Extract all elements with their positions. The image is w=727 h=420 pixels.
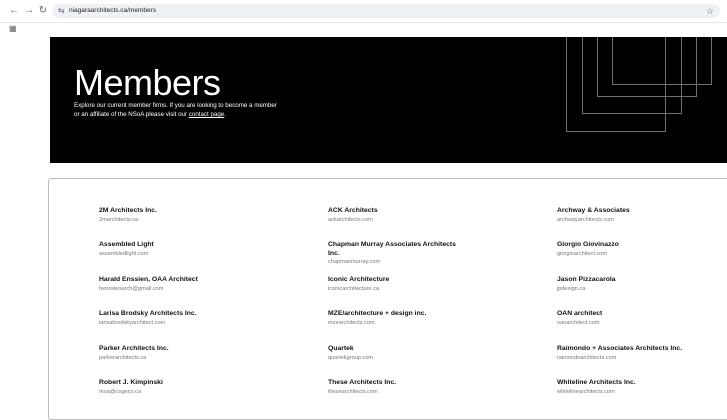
member-name[interactable]: Jason Pizzacarola xyxy=(557,276,707,285)
site-settings-icon[interactable]: ⇆ xyxy=(58,6,65,16)
hero-description-text: Explore our current member firms. If you… xyxy=(74,102,277,118)
member-website[interactable]: henssienarch@gmail.com xyxy=(99,285,259,293)
member-item[interactable]: Robert J. Kimpinski rkoa@cogeco.ca xyxy=(99,379,259,396)
member-name[interactable]: 2M Architects Inc. xyxy=(99,207,259,216)
member-item[interactable]: These Architects Inc. thesearchitects.com xyxy=(328,379,458,396)
member-item[interactable]: OAN architect oanarchitect.com xyxy=(557,310,707,327)
member-website[interactable]: thesearchitects.com xyxy=(328,388,458,396)
member-website[interactable]: assembledlight.com xyxy=(99,250,259,258)
reload-icon[interactable]: ↻ xyxy=(37,5,49,17)
member-name[interactable]: MZE/architecture + design inc. xyxy=(328,310,458,319)
member-item[interactable]: Jason Pizzacarola jpdesign.ca xyxy=(557,276,707,293)
member-website[interactable]: whitelinearchitects.com xyxy=(557,388,707,396)
member-name[interactable]: ACK Architects xyxy=(328,207,458,216)
member-item[interactable]: MZE/architecture + design inc. mzearchite… xyxy=(328,310,458,327)
member-name[interactable]: Whiteline Architects Inc. xyxy=(557,379,707,388)
member-item[interactable]: Iconic Architecture iconicarchitecture.ca xyxy=(328,276,458,293)
contact-page-link[interactable]: contact page xyxy=(189,111,224,118)
bookmark-star-icon[interactable]: ☆ xyxy=(706,5,714,17)
member-item[interactable]: Assembled Light assembledlight.com xyxy=(99,241,259,258)
address-bar[interactable]: ⇆ niagaraarchitects.ca/members ☆ xyxy=(52,4,720,18)
member-name[interactable]: Harald Enssien, OAA Architect xyxy=(99,276,259,285)
hero-banner: Members Explore our current member firms… xyxy=(50,37,727,163)
member-website[interactable]: larisabrodskyarchitect.com xyxy=(99,319,259,327)
member-item[interactable]: Giorgio Giovinazzo giorgioarchitect.com xyxy=(557,241,707,258)
apps-grid-icon[interactable]: ▦ xyxy=(9,25,17,33)
back-arrow-icon[interactable]: ← xyxy=(8,5,20,17)
member-name[interactable]: Larisa Brodsky Architects Inc. xyxy=(99,310,259,319)
member-item[interactable]: Raimondo + Associates Architects Inc. rai… xyxy=(557,345,707,362)
member-name[interactable]: Robert J. Kimpinski xyxy=(99,379,259,388)
member-item[interactable]: Harald Enssien, OAA Architect henssienarc… xyxy=(99,276,259,293)
member-name[interactable]: Raimondo + Associates Architects Inc. xyxy=(557,345,707,354)
member-item[interactable]: Whiteline Architects Inc. whitelinearchit… xyxy=(557,379,707,396)
member-name[interactable]: Chapman Murray Associates Architects Inc… xyxy=(328,241,458,258)
member-name[interactable]: Archway & Associates xyxy=(557,207,707,216)
member-name[interactable]: Assembled Light xyxy=(99,241,259,250)
member-name[interactable]: These Architects Inc. xyxy=(328,379,458,388)
member-website[interactable]: ackarchitects.com xyxy=(328,216,458,224)
hero-description: Explore our current member firms. If you… xyxy=(74,101,284,119)
page-title: Members xyxy=(74,62,221,103)
member-website[interactable]: giorgioarchitect.com xyxy=(557,250,707,258)
member-website[interactable]: 2marchitects.ca xyxy=(99,216,259,224)
member-name[interactable]: Giorgio Giovinazzo xyxy=(557,241,707,250)
member-website[interactable]: jpdesign.ca xyxy=(557,285,707,293)
browser-toolbar: ← → ↻ ⇆ niagaraarchitects.ca/members ☆ xyxy=(0,0,727,23)
forward-arrow-icon[interactable]: → xyxy=(23,5,35,17)
member-website[interactable]: parkerarchitects.ca xyxy=(99,354,259,362)
member-item[interactable]: Parker Architects Inc. parkerarchitects.c… xyxy=(99,345,259,362)
member-item[interactable]: Chapman Murray Associates Architects Inc… xyxy=(328,241,458,266)
member-website[interactable]: quartekgroup.com xyxy=(328,354,458,362)
member-item[interactable]: Archway & Associates archwayarchitects.co… xyxy=(557,207,707,224)
member-item[interactable]: Larisa Brodsky Architects Inc. larisabrod… xyxy=(99,310,259,327)
decoration-square xyxy=(612,37,712,85)
member-website[interactable]: iconicarchitecture.ca xyxy=(328,285,458,293)
nested-squares-decoration xyxy=(560,37,727,163)
member-name[interactable]: OAN architect xyxy=(557,310,707,319)
member-website[interactable]: oanarchitect.com xyxy=(557,319,707,327)
member-website[interactable]: archwayarchitects.com xyxy=(557,216,707,224)
member-item[interactable]: 2M Architects Inc. 2marchitects.ca xyxy=(99,207,259,224)
url-text[interactable]: niagaraarchitects.ca/members xyxy=(69,6,156,16)
member-item[interactable]: ACK Architects ackarchitects.com xyxy=(328,207,458,224)
members-panel: 2M Architects Inc. 2marchitects.ca ACK Arc… xyxy=(48,178,727,420)
hero-description-period: . xyxy=(224,111,226,118)
member-website[interactable]: chapmanmurray.com xyxy=(328,258,458,266)
member-item[interactable]: Quartek quartekgroup.com xyxy=(328,345,458,362)
member-name[interactable]: Iconic Architecture xyxy=(328,276,458,285)
member-website[interactable]: rkoa@cogeco.ca xyxy=(99,388,259,396)
member-name[interactable]: Quartek xyxy=(328,345,458,354)
bookmarks-bar: ▦ xyxy=(0,22,727,36)
member-website[interactable]: raimondoarchitects.com xyxy=(557,354,707,362)
member-website[interactable]: mzearchitects.com xyxy=(328,319,458,327)
member-name[interactable]: Parker Architects Inc. xyxy=(99,345,259,354)
